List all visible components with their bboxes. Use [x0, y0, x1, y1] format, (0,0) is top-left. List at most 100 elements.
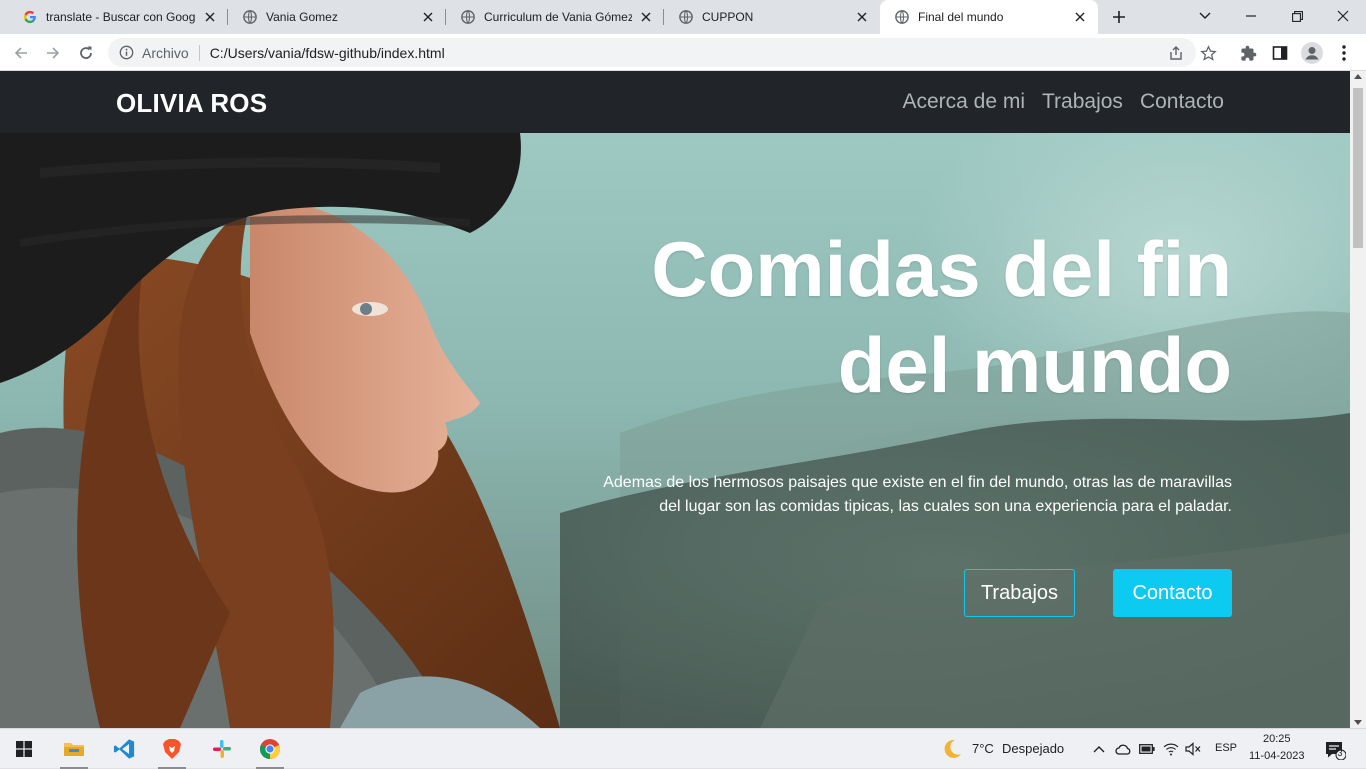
taskbar-brave[interactable] — [152, 729, 192, 769]
chevron-down-icon — [1199, 12, 1211, 19]
kebab-menu-icon — [1342, 45, 1346, 61]
tab-strip: translate - Buscar con Google Vania Gome… — [0, 0, 1366, 34]
site-brand[interactable]: OLIVIA ROS — [116, 88, 267, 119]
scroll-down-arrow-icon — [1354, 720, 1362, 725]
divider — [198, 44, 200, 61]
hero-title-line: Comidas del fin — [651, 225, 1232, 313]
browser-toolbar: Archivo C:/Users/vania/fdsw-github/index… — [0, 34, 1366, 71]
hero-buttons: Trabajos Contacto — [532, 569, 1232, 617]
weather-temp[interactable]: 7°C — [972, 741, 994, 756]
plus-icon — [1113, 11, 1125, 23]
reload-icon — [80, 46, 92, 59]
moon-icon[interactable] — [940, 737, 964, 761]
folder-icon — [64, 743, 84, 756]
contacto-button[interactable]: Contacto — [1113, 569, 1232, 617]
taskbar-vscode[interactable] — [104, 729, 144, 769]
tab-vania-gomez[interactable]: Vania Gomez — [228, 0, 446, 34]
hero-title: Comidas del fin del mundo — [532, 221, 1232, 413]
slack-icon — [213, 740, 231, 758]
menu-button[interactable] — [1330, 39, 1358, 67]
forward-button[interactable] — [39, 39, 67, 67]
taskbar-chrome[interactable] — [250, 729, 290, 769]
close-icon[interactable] — [420, 9, 436, 25]
close-icon[interactable] — [202, 9, 218, 25]
cloud-icon[interactable] — [1114, 740, 1132, 758]
taskbar-file-explorer[interactable] — [54, 729, 94, 769]
trabajos-button[interactable]: Trabajos — [964, 569, 1075, 617]
globe-icon — [894, 9, 910, 25]
windows-taskbar: 7°C Despejado ESP 20:25 11-04-2023 3 — [0, 728, 1366, 769]
chevron-up-icon[interactable] — [1090, 740, 1108, 758]
brave-icon — [163, 739, 181, 759]
page-viewport: OLIVIA ROS Acerca de mi Trabajos Contact… — [0, 71, 1350, 728]
arrow-right-icon — [47, 47, 60, 59]
globe-icon — [678, 9, 694, 25]
tab-title: Vania Gomez — [266, 10, 338, 24]
info-icon[interactable] — [118, 45, 134, 61]
weather-desc[interactable]: Despejado — [1002, 741, 1064, 756]
tab-google-translate[interactable]: translate - Buscar con Google — [8, 0, 228, 34]
close-window-button[interactable] — [1320, 0, 1366, 32]
hero-text-line: Ademas de los hermosos paisajes que exis… — [603, 474, 1232, 491]
star-icon — [1199, 44, 1217, 61]
battery-icon[interactable] — [1138, 740, 1156, 758]
share-icon — [1170, 46, 1182, 60]
side-panel-button[interactable] — [1266, 39, 1294, 67]
nav-link-acerca[interactable]: Acerca de mi — [902, 90, 1025, 114]
tab-title: Curriculum de Vania Gómez c — [484, 10, 632, 24]
avatar-icon — [1301, 42, 1323, 64]
back-button[interactable] — [7, 39, 35, 67]
nav-link-contacto[interactable]: Contacto — [1140, 90, 1224, 114]
start-button[interactable] — [4, 729, 44, 769]
clock-date[interactable]: 11-04-2023 — [1249, 750, 1304, 762]
reload-button[interactable] — [72, 39, 100, 67]
puzzle-icon — [1240, 45, 1256, 61]
close-icon[interactable] — [638, 9, 654, 25]
hero-text-line: del lugar son las comidas tipicas, las c… — [659, 498, 1232, 515]
close-icon[interactable] — [854, 9, 870, 25]
speaker-muted-icon[interactable] — [1184, 740, 1202, 758]
nav-links: Acerca de mi Trabajos Contacto — [902, 90, 1224, 114]
vscode-icon — [113, 739, 135, 759]
hero-section: Comidas del fin del mundo Ademas de los … — [0, 133, 1350, 728]
notification-button[interactable]: 3 — [1322, 739, 1348, 761]
taskbar-slack[interactable] — [202, 729, 242, 769]
clock-time[interactable]: 20:25 — [1263, 733, 1291, 745]
google-icon — [22, 9, 38, 25]
scroll-up-arrow-icon — [1354, 74, 1362, 79]
minimize-icon — [1246, 15, 1256, 17]
tab-final-del-mundo[interactable]: Final del mundo — [880, 0, 1098, 34]
hero-content: Comidas del fin del mundo Ademas de los … — [532, 221, 1232, 617]
tab-cuppon[interactable]: CUPPON — [664, 0, 880, 34]
close-icon — [1337, 10, 1349, 22]
hero-description: Ademas de los hermosos paisajes que exis… — [532, 471, 1232, 519]
chrome-icon — [259, 739, 281, 760]
nav-link-trabajos[interactable]: Trabajos — [1042, 90, 1123, 114]
globe-icon — [460, 9, 476, 25]
minimize-button[interactable] — [1228, 0, 1274, 32]
origin-label: Archivo — [142, 44, 189, 61]
arrow-left-icon — [14, 47, 27, 59]
share-button[interactable] — [1162, 39, 1190, 67]
hero-title-line: del mundo — [837, 321, 1232, 409]
profile-button[interactable] — [1298, 39, 1326, 67]
page-scrollbar[interactable] — [1350, 71, 1366, 728]
scrollbar-thumb[interactable] — [1353, 88, 1363, 248]
close-icon[interactable] — [1072, 9, 1088, 25]
tab-title: CUPPON — [702, 10, 754, 24]
windows-logo-icon — [16, 741, 32, 757]
extensions-button[interactable] — [1234, 39, 1262, 67]
new-tab-button[interactable] — [1106, 5, 1132, 29]
restore-button[interactable] — [1274, 0, 1320, 32]
address-bar[interactable]: Archivo C:/Users/vania/fdsw-github/index… — [108, 38, 1196, 67]
notification-count: 3 — [1337, 748, 1343, 758]
wifi-icon[interactable] — [1162, 740, 1180, 758]
tab-curriculum[interactable]: Curriculum de Vania Gómez c — [446, 0, 664, 34]
language-indicator[interactable]: ESP — [1215, 742, 1237, 754]
bookmark-button[interactable] — [1194, 39, 1222, 67]
side-panel-icon — [1272, 46, 1288, 60]
url-text[interactable]: C:/Users/vania/fdsw-github/index.html — [210, 45, 445, 61]
tab-title: Final del mundo — [918, 10, 1004, 24]
globe-icon — [242, 9, 258, 25]
tab-search-button[interactable] — [1182, 0, 1228, 32]
